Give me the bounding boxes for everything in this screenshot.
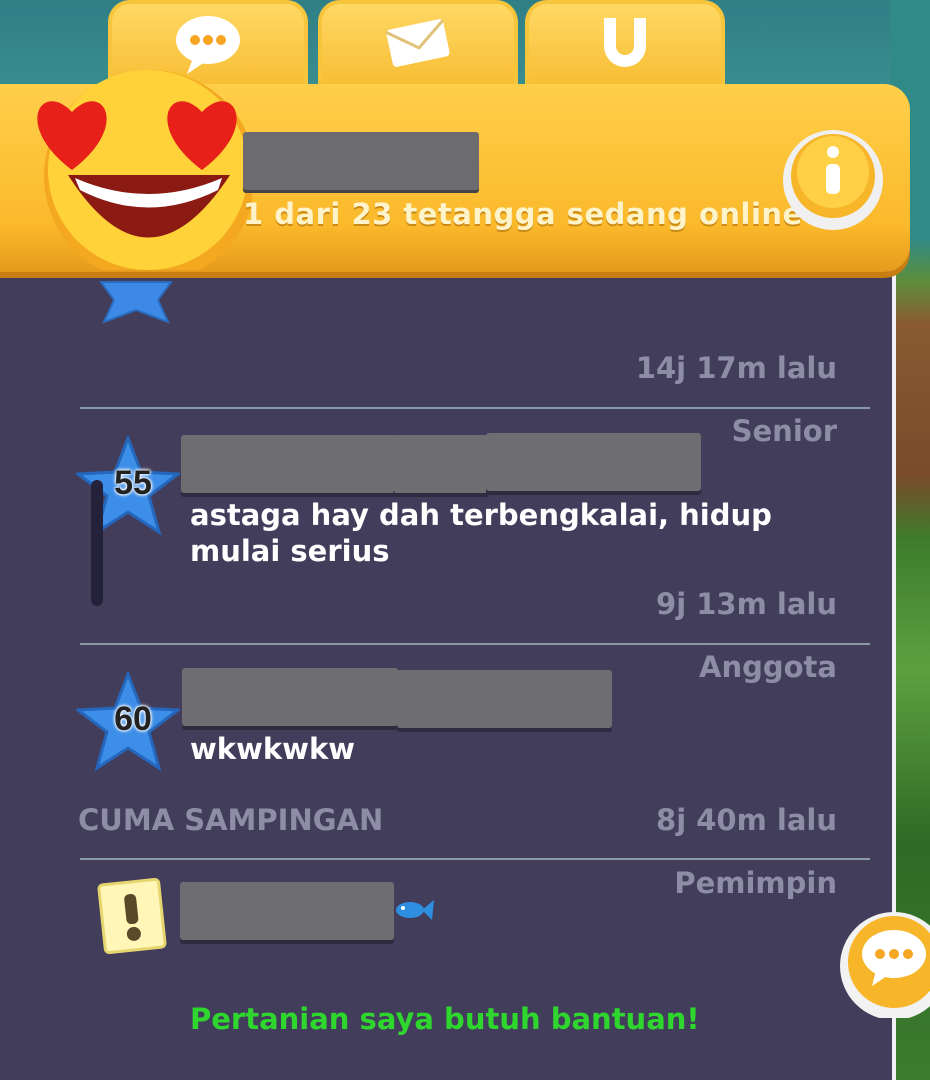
player-name-redacted (393, 435, 489, 493)
fish-icon (396, 900, 434, 920)
level-star-icon (99, 281, 173, 324)
message-divider (80, 858, 870, 860)
scroll-handle[interactable] (91, 480, 103, 606)
help-request-text: Pertanian saya butuh bantuan! (190, 1002, 700, 1036)
message-text: astaga hay dah terbengkalai, hidup (190, 498, 772, 532)
level-number: 60 (114, 700, 152, 738)
member-role: Pemimpin (674, 866, 837, 900)
info-icon[interactable] (778, 124, 888, 232)
chat-button[interactable] (836, 908, 930, 1018)
message-text: wkwkwkw (190, 732, 356, 766)
player-name-redacted (397, 670, 612, 728)
player-name-redacted (486, 433, 701, 491)
player-name-redacted (181, 435, 396, 493)
member-role: Senior (731, 414, 837, 448)
envelope-icon (385, 19, 450, 67)
player-name-redacted (243, 132, 479, 190)
message-time: 14j 17m lalu (635, 351, 837, 385)
level-number: 55 (114, 464, 152, 502)
online-status: 1 dari 23 tetangga sedang online (243, 197, 803, 231)
group-name: CUMA SAMPINGAN (78, 803, 384, 837)
message-time: 8j 40m lalu (656, 803, 837, 837)
message-time: 9j 13m lalu (656, 587, 837, 621)
player-name-redacted (180, 882, 394, 940)
message-divider (80, 407, 870, 409)
heart-eyes-emoji-icon (37, 70, 252, 270)
message-text: mulai serius (190, 534, 390, 568)
message-divider (80, 643, 870, 645)
player-name-redacted (182, 668, 398, 726)
member-role: Anggota (699, 650, 837, 684)
exclamation-card-icon (97, 878, 167, 954)
horseshoe-icon (604, 18, 646, 67)
